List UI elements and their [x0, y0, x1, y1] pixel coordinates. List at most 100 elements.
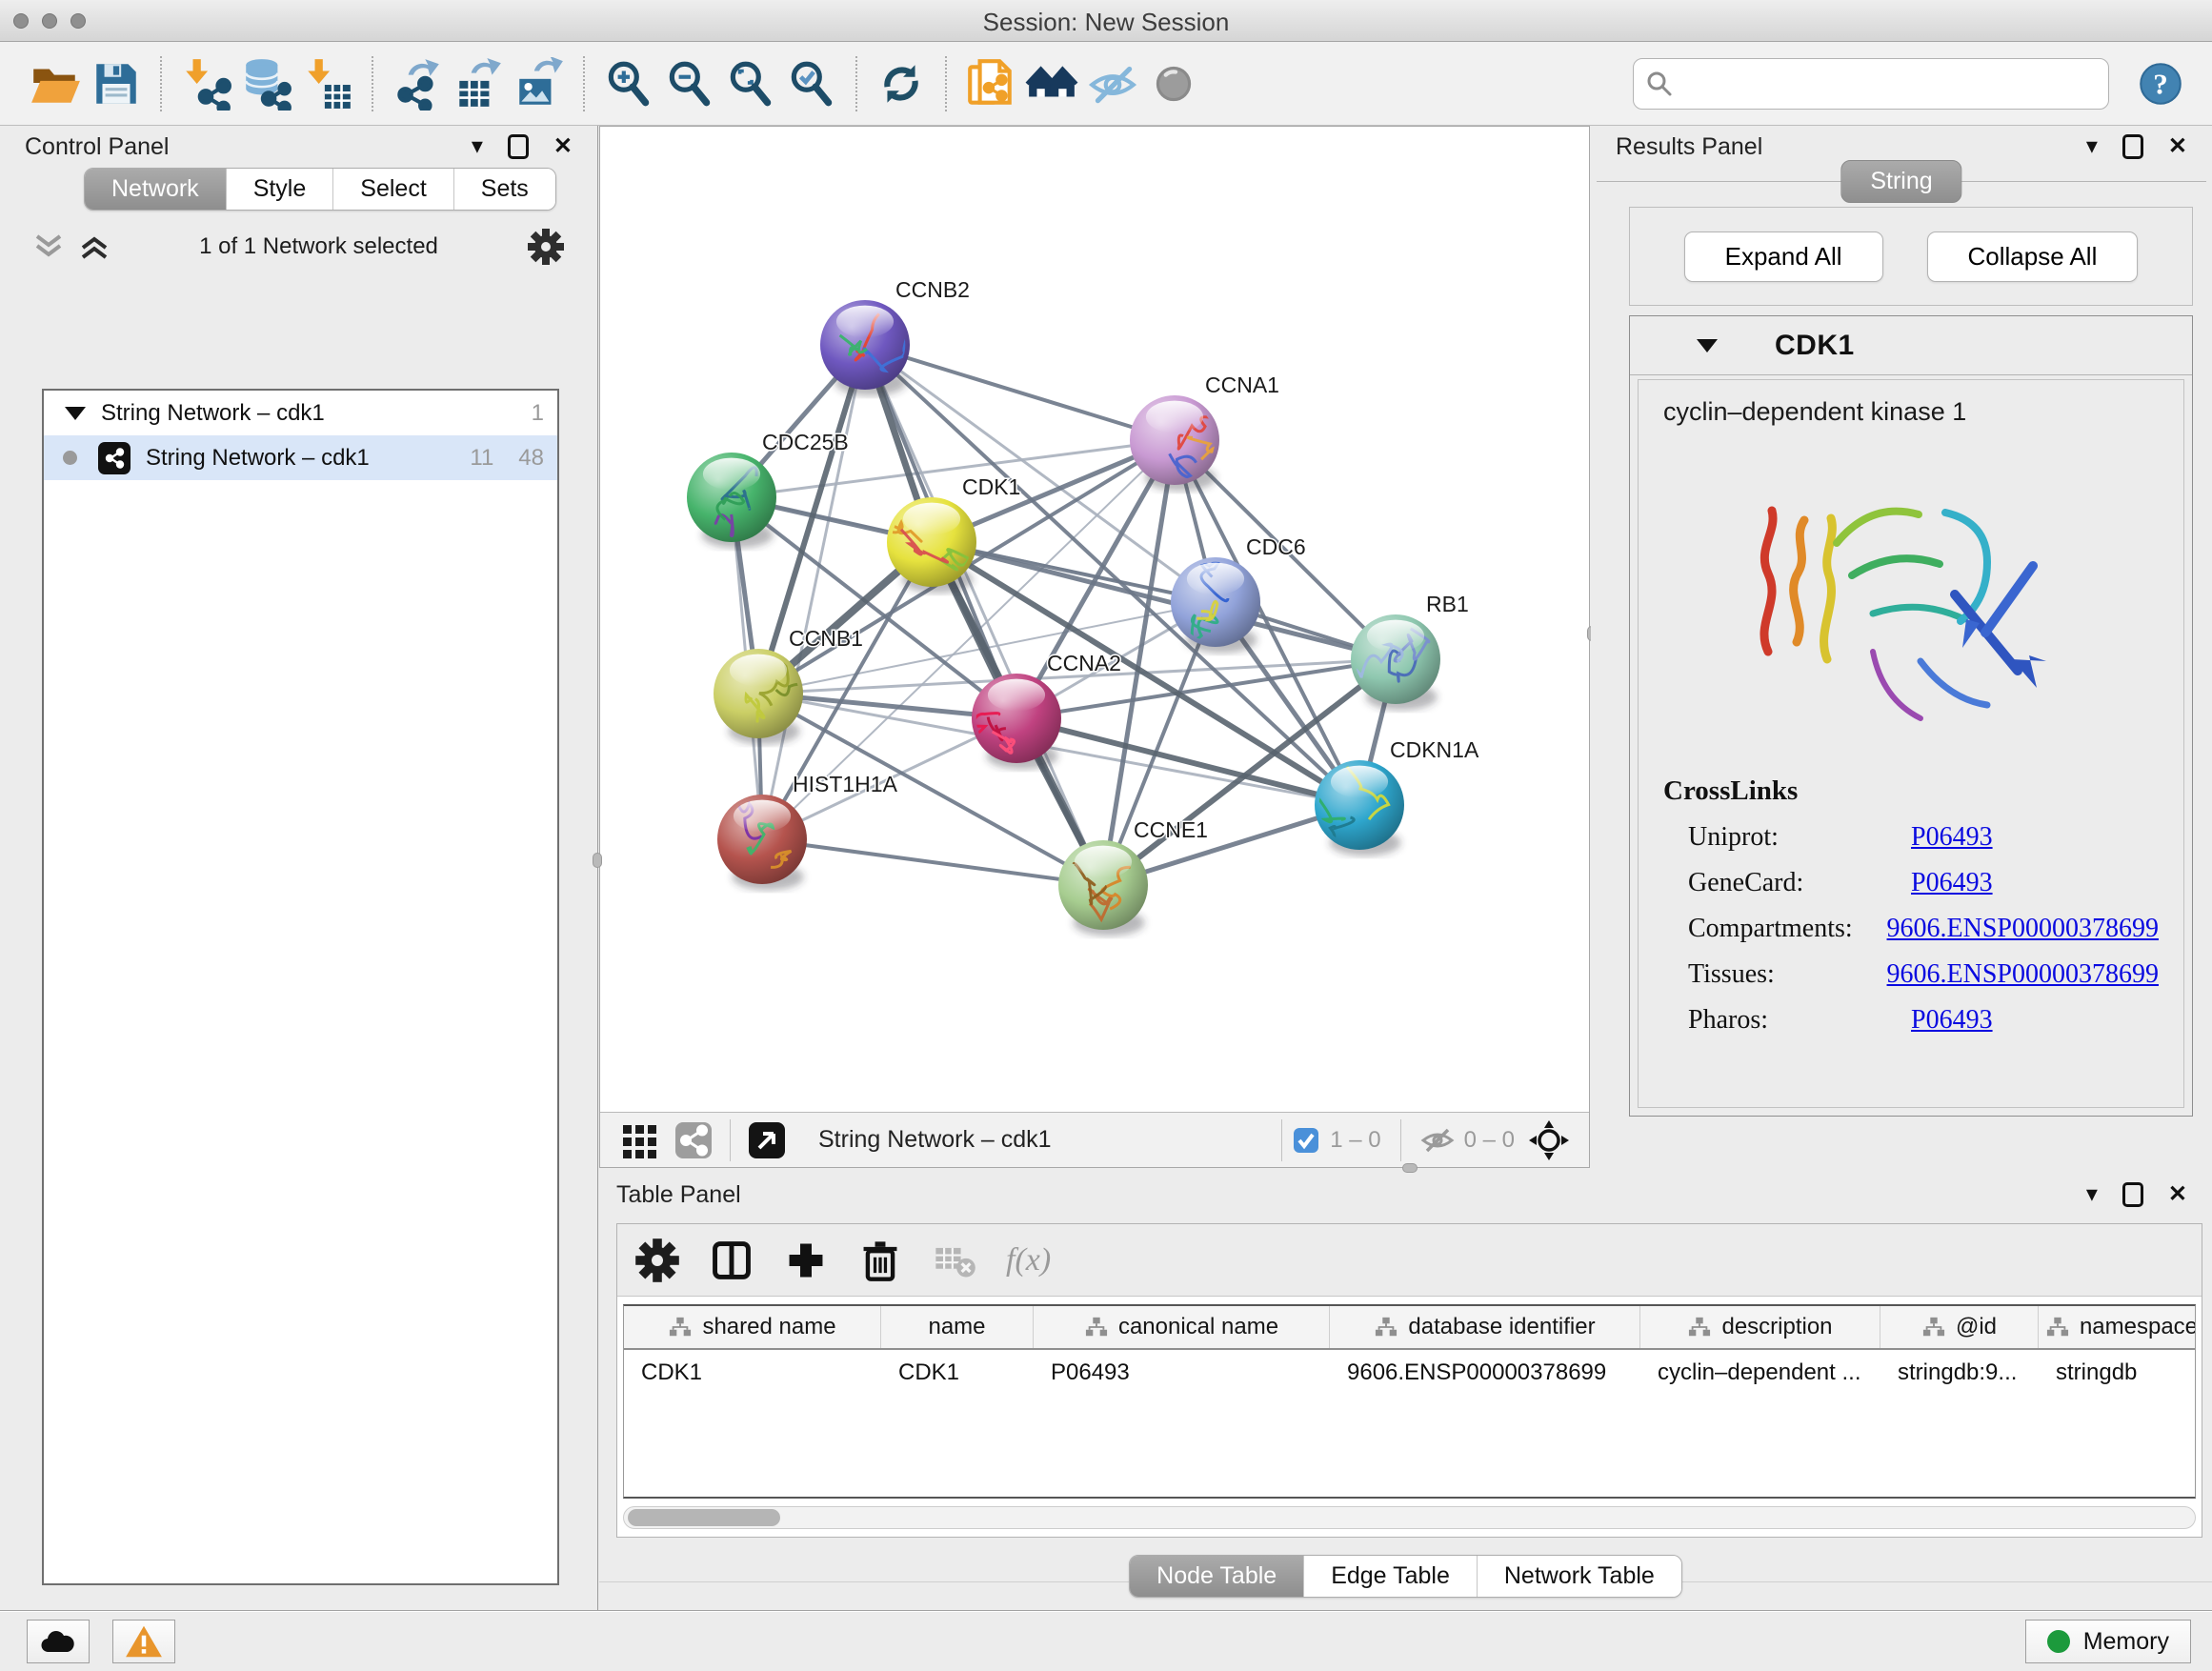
- zoom-in-button[interactable]: [598, 53, 659, 114]
- splitter-handle[interactable]: [1402, 1163, 1418, 1173]
- show-grid-view-icon[interactable]: [619, 1119, 661, 1161]
- collapse-triangle-icon[interactable]: [65, 407, 86, 420]
- table-container: f(x) shared namenamecanonical namedataba…: [616, 1223, 2202, 1538]
- edge-CCNB2-CCNA1[interactable]: [865, 345, 1175, 440]
- network-options-gear-icon[interactable]: [527, 228, 565, 266]
- birds-eye-view-button[interactable]: [1143, 53, 1204, 114]
- tab-node-table[interactable]: Node Table: [1130, 1556, 1303, 1597]
- table-settings-gear-icon[interactable]: [634, 1238, 680, 1283]
- control-panel-close-icon[interactable]: ✕: [553, 135, 573, 158]
- crosslink-link[interactable]: 9606.ENSP00000378699: [1887, 959, 2159, 990]
- warnings-button[interactable]: [112, 1620, 175, 1663]
- column-header-canonical-name[interactable]: canonical name: [1034, 1306, 1330, 1348]
- node-RB1[interactable]: RB1: [1348, 592, 1469, 711]
- open-session-button[interactable]: [25, 53, 86, 114]
- create-column-plus-icon[interactable]: [783, 1238, 829, 1283]
- crosslink-link[interactable]: P06493: [1911, 868, 1993, 898]
- splitter-handle[interactable]: [593, 853, 602, 868]
- results-panel-float-icon[interactable]: [2122, 134, 2143, 159]
- edge-CCNB2-CCNE1[interactable]: [865, 345, 1103, 885]
- crosslink-link[interactable]: 9606.ENSP00000378699: [1887, 914, 2159, 944]
- help-button[interactable]: ?: [2134, 57, 2187, 111]
- search-input[interactable]: [1681, 63, 2097, 105]
- show-network-view-icon[interactable]: [673, 1119, 714, 1161]
- results-panel-menu-icon[interactable]: ▾: [2086, 135, 2098, 158]
- edge-HIST1H1A-CCNE1[interactable]: [762, 839, 1103, 885]
- tab-network-table[interactable]: Network Table: [1477, 1556, 1681, 1597]
- duplicate-pages-icon: [964, 57, 1017, 111]
- tab-select[interactable]: Select: [332, 169, 452, 210]
- zoom-selected-button[interactable]: [781, 53, 842, 114]
- edge-CCNB2-HIST1H1A[interactable]: [762, 345, 865, 839]
- selected-checkbox-icon[interactable]: [1292, 1126, 1320, 1155]
- node-CCNB2[interactable]: CCNB2: [820, 277, 970, 396]
- import-table-icon: [301, 57, 354, 111]
- node-CDK1[interactable]: CDK1: [887, 474, 1020, 594]
- crosslink-link[interactable]: P06493: [1911, 1005, 1993, 1036]
- network-canvas[interactable]: CCNB2CCNA1CDC25BCDK1CDC6RB1CCNB1CCNA2CDK…: [600, 127, 1589, 1112]
- tab-style[interactable]: Style: [226, 169, 333, 210]
- network-row[interactable]: String Network – cdk1 11 48: [44, 435, 557, 480]
- apply-preferred-layout-button[interactable]: [871, 53, 932, 114]
- show-hide-graphics-details-button[interactable]: [1082, 53, 1143, 114]
- delete-column-trash-icon[interactable]: [857, 1238, 903, 1283]
- tab-string[interactable]: String: [1840, 160, 1961, 203]
- column-header-name[interactable]: name: [881, 1306, 1034, 1348]
- node-CCNA1[interactable]: CCNA1: [1130, 372, 1279, 492]
- edge-CDK1-RB1[interactable]: [932, 542, 1396, 659]
- cloud-status-button[interactable]: [27, 1620, 90, 1663]
- table-panel-menu-icon[interactable]: ▾: [2086, 1183, 2098, 1206]
- collapse-all-button[interactable]: Collapse All: [1927, 232, 2139, 282]
- import-network-from-database-button[interactable]: [236, 53, 297, 114]
- expand-all-networks-icon[interactable]: [32, 232, 65, 261]
- export-image-icon: [513, 57, 566, 111]
- tab-edge-table[interactable]: Edge Table: [1303, 1556, 1477, 1597]
- results-panel-close-icon[interactable]: ✕: [2168, 135, 2187, 158]
- tab-sets[interactable]: Sets: [453, 169, 555, 210]
- table-row[interactable]: CDK1CDK1P064939606.ENSP00000378699cyclin…: [624, 1350, 2195, 1396]
- fit-content-button[interactable]: [720, 53, 781, 114]
- collapse-all-networks-icon[interactable]: [78, 232, 111, 261]
- node-CDC6[interactable]: CDC6: [1171, 534, 1306, 654]
- memory-button[interactable]: Memory: [2025, 1620, 2191, 1663]
- gene-section-header[interactable]: CDK1: [1630, 316, 2192, 375]
- zoom-out-button[interactable]: [659, 53, 720, 114]
- network-collection-label: String Network – cdk1: [101, 400, 325, 427]
- table-cell: P06493: [1034, 1350, 1330, 1396]
- save-session-button[interactable]: [86, 53, 147, 114]
- node-CCNB1[interactable]: CCNB1: [714, 626, 863, 745]
- column-header-namespace[interactable]: namespace: [2039, 1306, 2196, 1348]
- scrollbar-thumb[interactable]: [628, 1509, 780, 1526]
- delete-table-icon[interactable]: [932, 1238, 977, 1283]
- search-box: [1633, 58, 2109, 110]
- column-header--id[interactable]: @id: [1880, 1306, 2039, 1348]
- export-image-button[interactable]: [509, 53, 570, 114]
- detach-view-icon[interactable]: [746, 1119, 788, 1161]
- open-in-browser-button[interactable]: [1021, 53, 1082, 114]
- expand-all-button[interactable]: Expand All: [1684, 232, 1883, 282]
- control-panel-float-icon[interactable]: [508, 134, 529, 159]
- table-panel-float-icon[interactable]: [2122, 1182, 2143, 1207]
- column-header-shared-name[interactable]: shared name: [624, 1306, 881, 1348]
- collapse-triangle-icon[interactable]: [1697, 339, 1718, 352]
- function-builder-button[interactable]: f(x): [1006, 1242, 1051, 1278]
- crosslink-link[interactable]: P06493: [1911, 822, 1993, 853]
- export-network-button[interactable]: [387, 53, 448, 114]
- export-table-button[interactable]: [448, 53, 509, 114]
- column-header-description[interactable]: description: [1640, 1306, 1880, 1348]
- show-columns-icon[interactable]: [709, 1238, 754, 1283]
- tab-network[interactable]: Network: [85, 169, 226, 210]
- import-network-from-file-button[interactable]: [175, 53, 236, 114]
- horizontal-scrollbar[interactable]: [623, 1506, 2196, 1529]
- node-HIST1H1A[interactable]: HIST1H1A: [717, 772, 898, 891]
- network-collection-row[interactable]: String Network – cdk1 1: [44, 391, 557, 435]
- pan-crosshair-icon[interactable]: [1528, 1119, 1570, 1161]
- control-panel-menu-icon[interactable]: ▾: [472, 135, 483, 158]
- column-header-database-identifier[interactable]: database identifier: [1330, 1306, 1640, 1348]
- import-table-from-file-button[interactable]: [297, 53, 358, 114]
- save-floppy-icon: [90, 57, 143, 111]
- duplicate-network-button[interactable]: [960, 53, 1021, 114]
- node-CDC25B[interactable]: CDC25B: [687, 430, 849, 549]
- hidden-eye-icon[interactable]: [1420, 1126, 1455, 1155]
- table-panel-close-icon[interactable]: ✕: [2168, 1183, 2187, 1206]
